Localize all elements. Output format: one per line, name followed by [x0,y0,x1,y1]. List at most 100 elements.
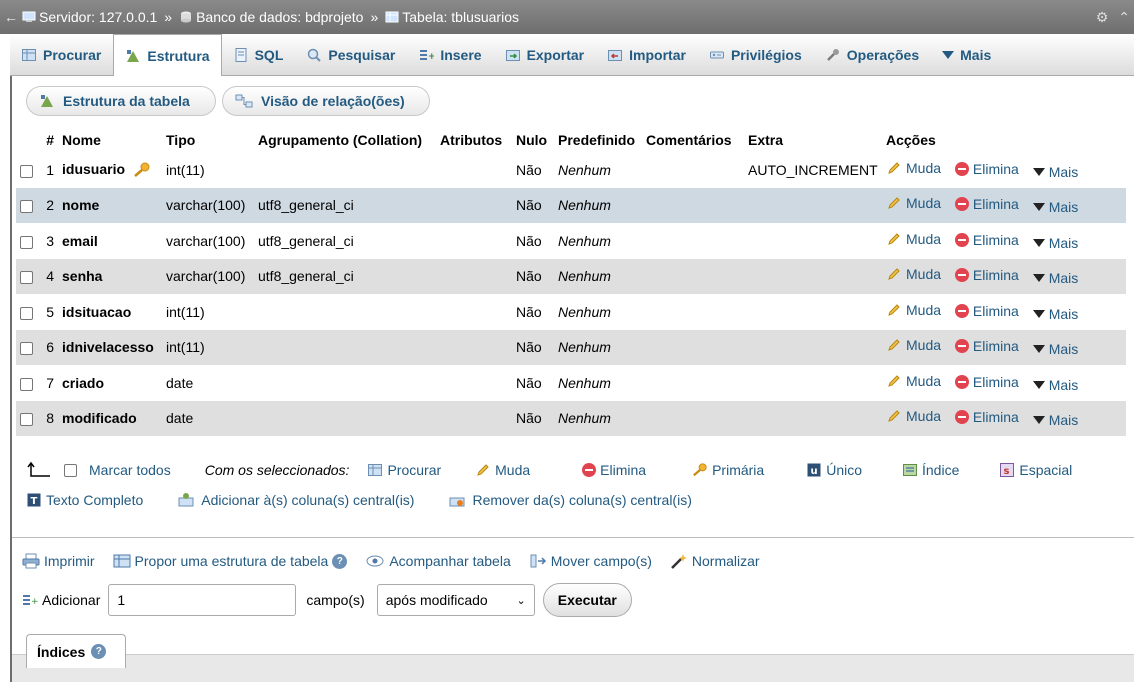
bulk-spatial-button[interactable]: s Espacial [999,462,1072,478]
table-row[interactable]: 4 senha varchar(100) utf8_general_ci Não… [16,258,1126,294]
drop-action[interactable]: Elimina [954,161,1019,177]
change-action[interactable]: Muda [886,195,941,211]
drop-action[interactable]: Elimina [954,303,1019,319]
more-action[interactable]: Mais [1032,270,1078,286]
drop-icon [954,339,969,354]
table-row[interactable]: 2 nome varchar(100) utf8_general_ci Não … [16,187,1126,223]
more-action[interactable]: Mais [1032,164,1078,180]
check-all-link[interactable]: Marcar todos [89,462,171,478]
col-predefinido: Predefinido [558,132,636,148]
table-row[interactable]: 1 idusuario int(11) Não Nenhum AUTO_INCR… [16,152,1126,188]
row-checkbox[interactable] [20,164,33,178]
row-checkbox[interactable] [20,200,33,214]
table-row[interactable]: 5 idsituacao int(11) Não Nenhum Muda Eli… [16,294,1126,330]
row-checkbox[interactable] [20,342,33,356]
change-action[interactable]: Muda [886,373,941,389]
more-action[interactable]: Mais [1032,199,1078,215]
primary-key-icon [134,162,150,178]
bulk-remove-central-button[interactable]: Remover da(s) coluna(s) central(is) [448,492,692,508]
printer-icon [22,553,40,569]
subtab-table-structure[interactable]: Estrutura da tabela [26,86,216,116]
indices-tab[interactable]: Índices ? [26,634,126,668]
bulk-fulltext-button[interactable]: T Texto Completo [26,492,143,508]
drop-action[interactable]: Elimina [954,267,1019,283]
structure-icon [41,95,53,107]
bulk-index-button[interactable]: Índice [902,462,959,478]
row-checkbox[interactable] [20,271,33,285]
table-row[interactable]: 7 criado date Não Nenhum Muda Elimina Ma… [16,365,1126,401]
more-action[interactable]: Mais [1032,341,1078,357]
tab-privilegios[interactable]: Privilégios [698,34,814,75]
main-tabs: Procurar Estrutura SQL Pesquisar + Inser… [10,34,1134,76]
drop-action[interactable]: Elimina [954,338,1019,354]
tab-operacoes[interactable]: Operações [814,34,931,75]
drop-action[interactable]: Elimina [954,374,1019,390]
bulk-browse-button[interactable]: Procurar [367,462,441,478]
track-table-link[interactable]: Acompanhar tabela [365,553,511,569]
breadcrumb-server[interactable]: Servidor: 127.0.0.1 [16,9,157,25]
back-arrow-icon[interactable]: ← [4,9,18,25]
move-columns-link[interactable]: Mover campo(s) [529,553,652,569]
relation-icon [235,94,253,108]
drop-action[interactable]: Elimina [954,232,1019,248]
propose-structure-link[interactable]: Propor uma estrutura de tabela ? [113,553,348,569]
bulk-actions: Marcar todos Com os seleccionados: Procu… [26,458,1072,512]
row-checkbox[interactable] [20,235,33,249]
bulk-primary-button[interactable]: Primária [692,462,764,478]
bulk-change-button[interactable]: Muda [475,462,530,478]
position-select[interactable]: após modificado ⌄ [376,584,535,616]
structure-table: # Nome Tipo Agrupamento (Collation) Atri… [16,128,1126,436]
change-action[interactable]: Muda [886,302,941,318]
tab-procurar[interactable]: Procurar [10,34,113,75]
field-name: senha [62,268,103,285]
svg-text:s: s [1004,466,1010,477]
bulk-unique-button[interactable]: u Único [806,462,862,478]
tab-insere[interactable]: + Insere [407,34,493,75]
drop-action[interactable]: Elimina [954,196,1019,212]
table-row[interactable]: 6 idnivelacesso int(11) Não Nenhum Muda … [16,329,1126,365]
col-extra: Extra [748,132,784,148]
settings-gear-icon[interactable]: ⚙ [1096,9,1109,26]
tab-importar[interactable]: Importar [596,34,698,75]
print-link[interactable]: Imprimir [22,553,95,569]
bulk-drop-button[interactable]: Elimina [582,462,646,478]
breadcrumb-table[interactable]: Tabela: tblusuarios [385,9,519,25]
row-checkbox[interactable] [20,413,33,427]
fulltext-icon: T [27,493,41,507]
more-action[interactable]: Mais [1032,235,1078,251]
tab-sql[interactable]: SQL [222,34,296,75]
tab-mais[interactable]: Mais [931,34,1003,75]
help-icon[interactable]: ? [332,553,348,569]
change-action[interactable]: Muda [886,160,941,176]
check-all-checkbox[interactable] [64,463,77,477]
breadcrumb-database[interactable]: Banco de dados: bdprojeto [179,9,363,25]
more-action[interactable]: Mais [1032,412,1078,428]
change-action[interactable]: Muda [886,231,941,247]
table-row[interactable]: 3 email varchar(100) utf8_general_ci Não… [16,223,1126,259]
collapse-icon[interactable]: ⌃ [1118,9,1130,26]
col-nome[interactable]: Nome [58,128,162,152]
change-action[interactable]: Muda [886,337,941,353]
execute-button[interactable]: Executar [542,583,632,617]
tab-estrutura[interactable]: Estrutura [113,34,222,76]
browse-icon [22,48,36,61]
change-action[interactable]: Muda [886,408,941,424]
tab-exportar[interactable]: Exportar [494,34,597,75]
svg-text:+: + [428,52,434,62]
subtab-relation-view[interactable]: Visão de relação(ões) [222,86,430,116]
more-action[interactable]: Mais [1032,306,1078,322]
tab-pesquisar[interactable]: Pesquisar [295,34,407,75]
table-row[interactable]: 8 modificado date Não Nenhum Muda Elimin… [16,400,1126,436]
row-checkbox[interactable] [20,306,33,320]
more-action[interactable]: Mais [1032,377,1078,393]
wrench-icon [826,48,839,61]
bulk-add-central-button[interactable]: Adicionar à(s) coluna(s) central(is) [177,492,414,508]
import-icon [608,49,623,61]
help-icon[interactable]: ? [91,644,107,659]
drop-action[interactable]: Elimina [954,409,1019,425]
row-checkbox[interactable] [20,377,33,391]
normalize-link[interactable]: Normalizar [670,553,760,569]
change-action[interactable]: Muda [886,266,941,282]
add-count-input[interactable]: 1 [108,584,297,616]
central-columns-add-icon [178,493,194,507]
